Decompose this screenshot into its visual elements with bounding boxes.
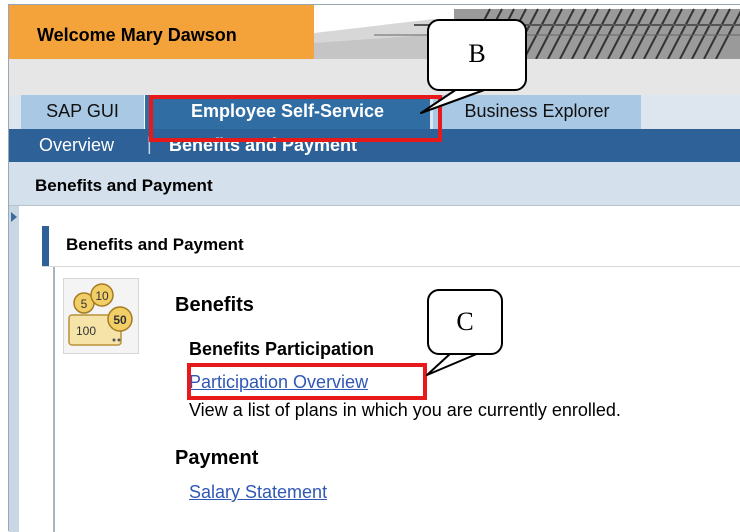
callout-c-label: C — [456, 307, 474, 336]
callout-b-label: B — [468, 39, 486, 68]
callout-b: B — [427, 19, 527, 91]
callout-pointers — [420, 88, 488, 376]
portal-window: Welcome Mary Dawson SAP GUI Employee Sel… — [8, 4, 740, 532]
callout-c: C — [427, 289, 503, 355]
